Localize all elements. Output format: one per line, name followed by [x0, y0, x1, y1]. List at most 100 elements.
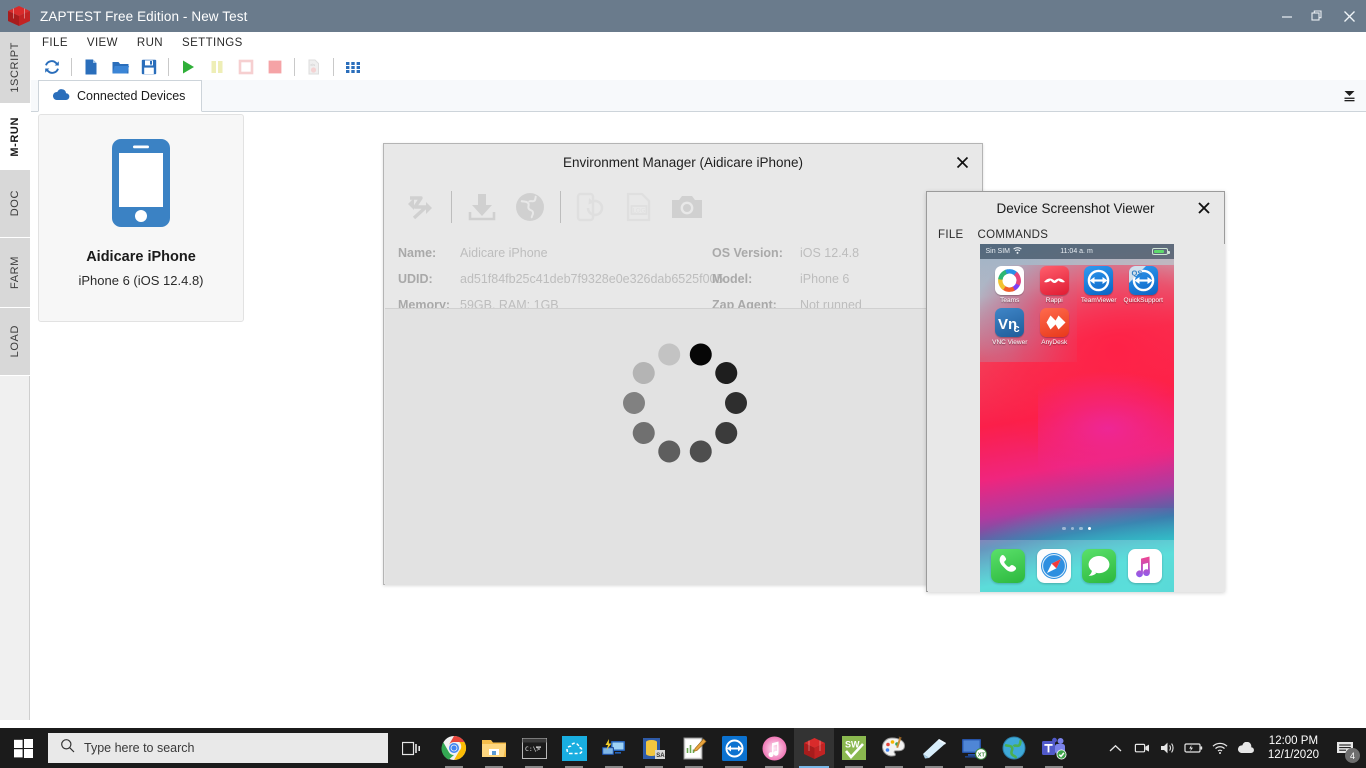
page-indicator-dots: [980, 526, 1174, 530]
download-icon[interactable]: [459, 186, 505, 228]
dock-safari-icon[interactable]: [1036, 549, 1071, 583]
taskbar-itunes-icon[interactable]: [754, 728, 794, 768]
tab-connected-devices[interactable]: Connected Devices: [38, 80, 203, 112]
globe-icon[interactable]: [507, 186, 553, 228]
onedrive-cloud-icon[interactable]: [1233, 728, 1259, 768]
grid-view-icon[interactable]: [340, 55, 366, 78]
close-button[interactable]: [1332, 0, 1366, 32]
save-icon[interactable]: [136, 55, 162, 78]
vertical-tab-m-run[interactable]: M-RUN: [0, 104, 30, 170]
environment-manager-dialog: Environment Manager (Aidicare iPhone) LO…: [383, 143, 983, 585]
taskbar-database-sa-icon[interactable]: SA: [634, 728, 674, 768]
ios-app-anydesk[interactable]: AnyDesk: [1032, 308, 1077, 346]
toolbar-separator: [333, 57, 334, 76]
chevron-down-icon[interactable]: [1338, 86, 1360, 106]
status-time: 11:04 a. m: [1060, 248, 1093, 255]
vertical-tab-farm[interactable]: FARM: [0, 238, 30, 308]
search-icon: [60, 738, 75, 758]
spinner-dot: [710, 357, 742, 389]
notifications-icon[interactable]: 4: [1328, 728, 1362, 768]
minimize-button[interactable]: [1272, 0, 1302, 32]
svg-text:QS: QS: [1131, 269, 1142, 278]
taskbar-globe-browser-icon[interactable]: [994, 728, 1034, 768]
info-key: Model:: [712, 272, 753, 286]
taskbar-teamviewer-icon[interactable]: [714, 728, 754, 768]
device-card-aidicare-iphone[interactable]: Aidicare iPhone iPhone 6 (iOS 12.4.8): [38, 114, 244, 322]
taskbar-zaptest-icon[interactable]: [794, 728, 834, 768]
menu-item-run[interactable]: RUN: [134, 35, 166, 51]
vertical-tab-1script[interactable]: 1SCRIPT: [0, 32, 30, 104]
play-icon[interactable]: [175, 55, 201, 78]
vertical-tab-load[interactable]: LOAD: [0, 308, 30, 376]
page-dot: [1087, 526, 1091, 530]
search-placeholder: Type here to search: [84, 741, 195, 755]
svg-text:SA: SA: [656, 753, 665, 759]
menu-item-view[interactable]: VIEW: [84, 35, 121, 51]
refresh-icon[interactable]: [39, 55, 65, 78]
zaptest-cube-icon: [6, 5, 32, 27]
ios-dock: [979, 540, 1174, 592]
vertical-tab-label: DOC: [9, 190, 21, 217]
ios-app-rappi[interactable]: Rappi: [1032, 266, 1077, 304]
menu-item-file[interactable]: FILE: [39, 35, 71, 51]
taskbar-paint-icon[interactable]: [874, 728, 914, 768]
taskbar-remote-desktop-icon[interactable]: [594, 728, 634, 768]
taskbar-blue-cloud-app-icon[interactable]: [554, 728, 594, 768]
dock-music-icon[interactable]: [1127, 549, 1162, 583]
meeting-camera-icon[interactable]: [1129, 728, 1155, 768]
open-folder-icon[interactable]: [107, 55, 133, 78]
new-file-icon[interactable]: [78, 55, 104, 78]
ios-app-quicksupport[interactable]: QS QuickSupport: [1121, 266, 1166, 304]
sync-icon[interactable]: [398, 186, 444, 228]
vertical-tab-doc[interactable]: DOC: [0, 170, 30, 238]
viewer-menu-file[interactable]: FILE: [938, 229, 964, 241]
task-view-icon[interactable]: [388, 728, 434, 768]
svg-text:XT: XT: [978, 752, 986, 758]
info-row: Name: Aidicare iPhone: [398, 240, 982, 266]
menu-item-settings[interactable]: SETTINGS: [179, 35, 246, 51]
taskbar-clock[interactable]: 12:00 PM 12/1/2020: [1259, 734, 1328, 762]
vertical-tab-label: 1SCRIPT: [9, 42, 21, 93]
svg-text:C:\>: C:\>: [525, 745, 541, 753]
show-hidden-icons-chevron[interactable]: [1103, 728, 1129, 768]
taskbar-chrome-icon[interactable]: [434, 728, 474, 768]
battery-charging-icon[interactable]: [1181, 728, 1207, 768]
close-icon[interactable]: [1194, 198, 1214, 218]
wifi-icon[interactable]: [1207, 728, 1233, 768]
windows-start-icon[interactable]: [0, 728, 46, 768]
vnc-viewer-icon: Vn c: [995, 308, 1025, 337]
window-title: ZAPTEST Free Edition - New Test: [40, 8, 248, 24]
wallpaper-layer-magenta: [1037, 369, 1174, 488]
environment-manager-toolbar: LOG: [384, 180, 982, 234]
volume-icon[interactable]: [1155, 728, 1181, 768]
ios-status-bar: Sin SIM 11:04 a. m: [979, 244, 1174, 259]
ios-app-teamviewer[interactable]: TeamViewer: [1077, 266, 1122, 304]
taskbar-ms-teams-icon[interactable]: [1034, 728, 1074, 768]
toolbar-separator: [451, 191, 452, 223]
close-icon[interactable]: [952, 152, 972, 172]
smartphone-icon: [110, 137, 172, 229]
taskbar-file-explorer-icon[interactable]: [474, 728, 514, 768]
taskbar-command-prompt-icon[interactable]: C:\>: [514, 728, 554, 768]
search-input[interactable]: Type here to search: [48, 733, 388, 763]
vertical-tab-label: M-RUN: [9, 116, 21, 157]
dock-messages-icon[interactable]: [1082, 549, 1117, 583]
camera-icon[interactable]: [664, 186, 710, 228]
ios-app-teams[interactable]: Teams: [988, 266, 1033, 304]
page-dot: [1062, 526, 1066, 530]
spinner-dot: [623, 392, 645, 414]
taskbar-monitor-xt-icon[interactable]: XT: [954, 728, 994, 768]
viewer-menu-commands[interactable]: COMMANDS: [978, 229, 1049, 241]
info-row: UDID: ad51f84fb25c41deb7f9328e0e326dab652…: [398, 266, 982, 292]
taskbar-sw-check-icon[interactable]: SW: [834, 728, 874, 768]
dock-phone-icon[interactable]: [991, 549, 1026, 583]
taskbar-notepad-editor-icon[interactable]: [674, 728, 714, 768]
device-subtitle: iPhone 6 (iOS 12.4.8): [78, 273, 204, 288]
taskbar-sticky-notes-icon[interactable]: [914, 728, 954, 768]
vertical-tab-strip: 1SCRIPT M-RUN DOC FARM LOAD: [0, 32, 30, 720]
restore-button[interactable]: [1302, 0, 1332, 32]
svg-text:LOG: LOG: [633, 208, 646, 214]
teams-icon: [995, 266, 1025, 295]
ios-app-vnc-viewer[interactable]: Vn c VNC Viewer: [988, 308, 1033, 346]
toolbar-separator: [71, 57, 72, 76]
